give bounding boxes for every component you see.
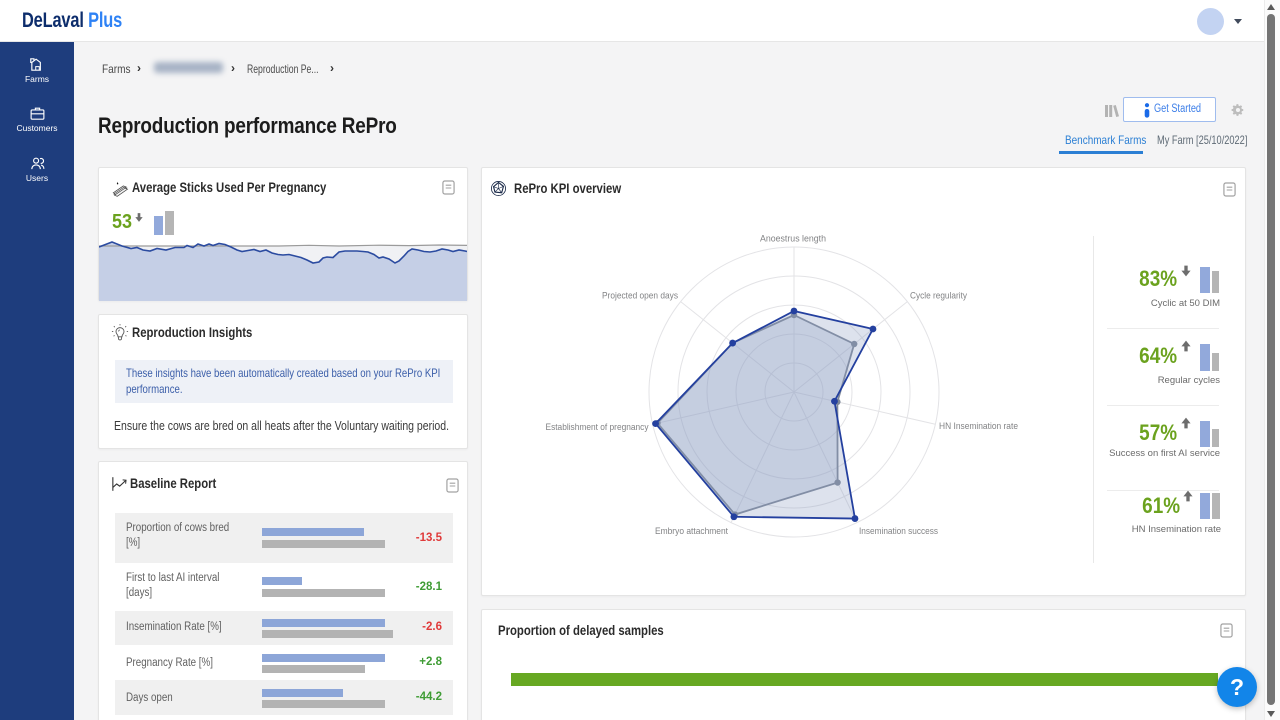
svg-text:HN Insemination rate: HN Insemination rate — [939, 421, 1018, 432]
svg-text:Establishment of pregnancy: Establishment of pregnancy — [546, 422, 649, 433]
svg-text:Anoestrus length: Anoestrus length — [760, 234, 826, 245]
